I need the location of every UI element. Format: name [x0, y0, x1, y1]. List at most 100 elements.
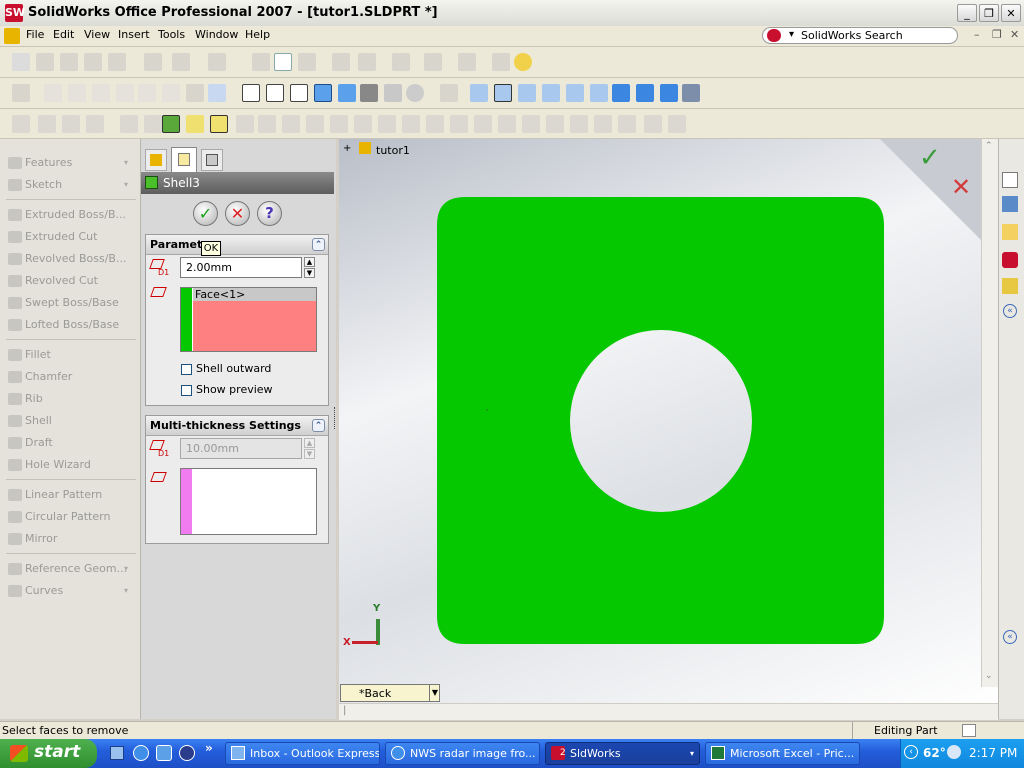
configuration-manager-tab[interactable]: [201, 149, 223, 171]
isometric-view-icon[interactable]: [612, 84, 630, 102]
point-icon[interactable]: [120, 115, 138, 133]
command-extruded-boss[interactable]: Extruded Boss/B...: [8, 208, 126, 221]
reference-geometry-expand-icon[interactable]: ▾: [124, 564, 128, 573]
tool-17-icon[interactable]: [402, 115, 420, 133]
solidworks-app-icon[interactable]: SW: [5, 4, 25, 22]
shaded-with-edges-icon[interactable]: [314, 84, 332, 102]
task-microsoft-excel[interactable]: Microsoft Excel - Pric...: [705, 742, 860, 765]
collapse-taskpane-icon[interactable]: «: [1003, 304, 1017, 318]
status-toggle-icon[interactable]: [962, 724, 976, 737]
3d-drawing-view-icon[interactable]: [186, 84, 204, 102]
command-circular-pattern[interactable]: Circular Pattern: [8, 510, 110, 523]
tray-expand-icon[interactable]: ‹: [904, 745, 918, 759]
tool-28-icon[interactable]: [668, 115, 686, 133]
tool-25-icon[interactable]: [594, 115, 612, 133]
back-view-icon[interactable]: [494, 84, 512, 102]
task-nws-radar[interactable]: NWS radar image fro...: [385, 742, 540, 765]
command-revolved-boss[interactable]: Revolved Boss/B...: [8, 252, 126, 265]
zoom-in-out-icon[interactable]: [92, 84, 110, 102]
menu-window[interactable]: Window: [195, 28, 238, 41]
menu-file[interactable]: File: [26, 28, 44, 41]
horizontal-scrollbar[interactable]: |: [339, 703, 998, 720]
help-icon[interactable]: [514, 53, 532, 71]
panel-splitter[interactable]: [334, 407, 338, 429]
solidworks-search-box[interactable]: ▾ SolidWorks Search: [762, 27, 958, 44]
shadows-icon[interactable]: [360, 84, 378, 102]
selected-tool-icon[interactable]: [210, 115, 228, 133]
zoom-to-selection-icon[interactable]: [116, 84, 134, 102]
shell-outward-checkbox[interactable]: [181, 364, 192, 375]
show-desktop-icon[interactable]: [110, 746, 124, 760]
properties-icon[interactable]: [492, 53, 510, 71]
mate-reference-icon[interactable]: [144, 115, 162, 133]
tool-18-icon[interactable]: [426, 115, 444, 133]
task-outlook-express[interactable]: Inbox - Outlook Express: [225, 742, 380, 765]
start-button[interactable]: start: [0, 739, 97, 768]
command-hole-wizard[interactable]: Hole Wizard: [8, 458, 91, 471]
tool-12-icon[interactable]: [282, 115, 300, 133]
command-curves[interactable]: Curves: [8, 584, 63, 597]
collapse-parameters-icon[interactable]: ⌃: [312, 238, 325, 251]
select-icon[interactable]: [252, 53, 270, 71]
search-dropdown-icon[interactable]: ▾: [789, 29, 794, 40]
section-view-icon[interactable]: [384, 84, 402, 102]
left-view-icon[interactable]: [518, 84, 536, 102]
tool-14-icon[interactable]: [330, 115, 348, 133]
doc-close-button[interactable]: ✕: [1010, 28, 1019, 41]
outlook-express-icon[interactable]: [156, 745, 172, 761]
command-swept-boss[interactable]: Swept Boss/Base: [8, 296, 119, 309]
active-tool-icon[interactable]: [186, 115, 204, 133]
dimetric-view-icon[interactable]: [660, 84, 678, 102]
axis-icon[interactable]: [62, 115, 80, 133]
command-reference-geometry[interactable]: Reference Geom...: [8, 562, 127, 575]
new-document-icon[interactable]: [12, 53, 30, 71]
realview-icon[interactable]: [406, 84, 424, 102]
multi-thickness-header[interactable]: Multi-thickness Settings ⌃: [146, 416, 328, 436]
scroll-up-icon[interactable]: ⌃: [985, 141, 993, 151]
exit-sketch-icon[interactable]: [392, 53, 410, 71]
group-chevron-icon[interactable]: ▾: [690, 743, 694, 764]
hidden-lines-visible-icon[interactable]: [266, 84, 284, 102]
menu-edit[interactable]: Edit: [53, 28, 74, 41]
top-view-icon[interactable]: [566, 84, 584, 102]
normal-to-icon[interactable]: [682, 84, 700, 102]
search-icon[interactable]: [947, 745, 961, 759]
graphics-area[interactable]: + tutor1 ✓ ✕ Y X *Back ▼ ⌃ ⌄: [339, 139, 998, 703]
tool-13-icon[interactable]: [306, 115, 324, 133]
tool-15-icon[interactable]: [354, 115, 372, 133]
ok-button[interactable]: ✓: [193, 201, 218, 226]
print-icon[interactable]: [84, 53, 102, 71]
feature-manager-tab[interactable]: [145, 149, 167, 171]
tool-20-icon[interactable]: [474, 115, 492, 133]
plane-icon[interactable]: [38, 115, 56, 133]
command-shell[interactable]: Shell: [8, 414, 52, 427]
smart-dimension-icon[interactable]: [358, 53, 376, 71]
redo-icon[interactable]: [208, 53, 226, 71]
design-library-icon[interactable]: [1002, 196, 1018, 212]
features-group[interactable]: Features: [8, 156, 72, 169]
close-button[interactable]: ✕: [1001, 4, 1021, 22]
tool-23-icon[interactable]: [546, 115, 564, 133]
tool-19-icon[interactable]: [450, 115, 468, 133]
sketch-group[interactable]: Sketch: [8, 178, 62, 191]
task-sldworks[interactable]: 2 SldWorks ▾: [545, 742, 700, 765]
multi-thickness-spin-up[interactable]: ▲: [304, 438, 315, 448]
multi-thickness-spin-down[interactable]: ▼: [304, 449, 315, 459]
command-draft[interactable]: Draft: [8, 436, 53, 449]
thickness-input[interactable]: 2.00mm: [180, 257, 302, 278]
command-fillet[interactable]: Fillet: [8, 348, 51, 361]
curves-expand-icon[interactable]: ▾: [124, 586, 128, 595]
multi-thickness-faces-list[interactable]: [180, 468, 317, 535]
tool-27-icon[interactable]: [644, 115, 662, 133]
parameters-header[interactable]: Parameters ⌃: [146, 235, 328, 255]
home-icon[interactable]: [1002, 172, 1018, 188]
tool-26-icon[interactable]: [618, 115, 636, 133]
menu-help[interactable]: Help: [245, 28, 270, 41]
right-view-icon[interactable]: [542, 84, 560, 102]
zoom-to-fit-icon[interactable]: [44, 84, 62, 102]
hidden-lines-removed-icon[interactable]: [290, 84, 308, 102]
zoom-to-area-icon[interactable]: [68, 84, 86, 102]
menu-insert[interactable]: Insert: [118, 28, 150, 41]
sketch-icon[interactable]: [332, 53, 350, 71]
weather-temperature[interactable]: 62°: [923, 746, 946, 760]
